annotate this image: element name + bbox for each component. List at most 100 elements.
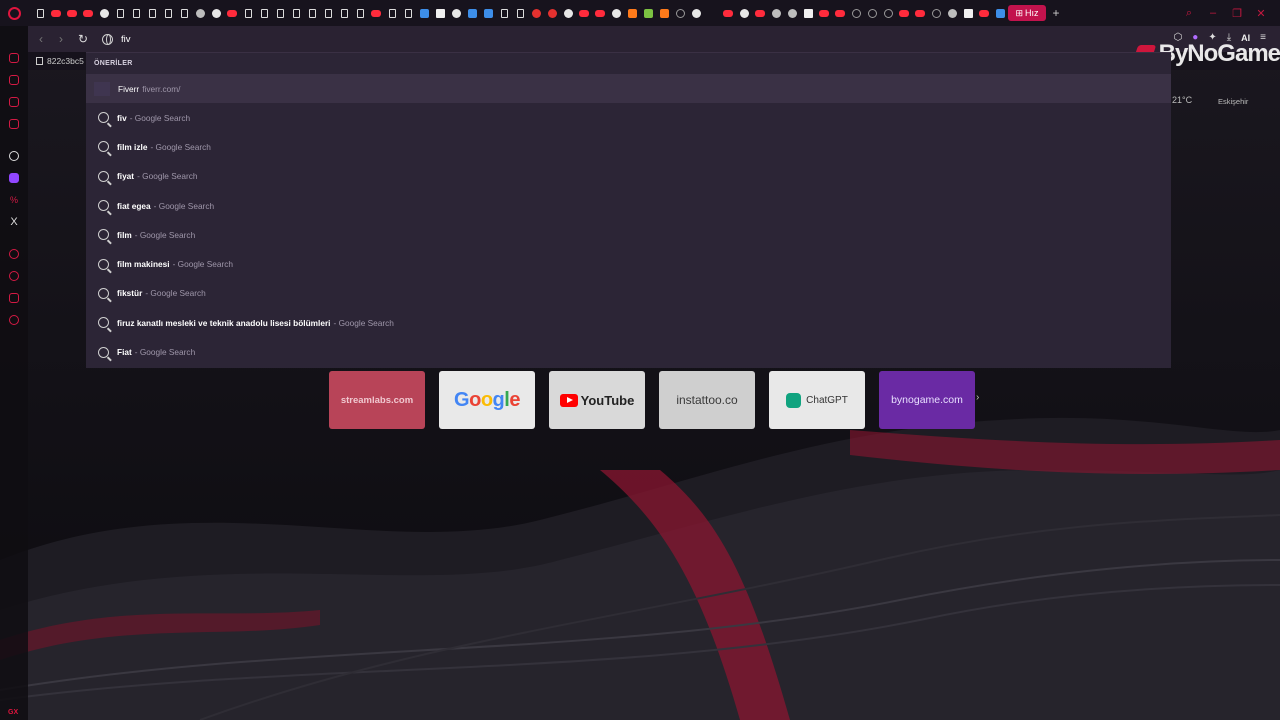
tab-icon[interactable]: [176, 5, 192, 21]
minimize-icon[interactable]: –: [1208, 7, 1218, 19]
tab-icon[interactable]: [832, 5, 848, 21]
tab-icon[interactable]: [560, 5, 576, 21]
tab-icon[interactable]: [496, 5, 512, 21]
bookmark-item[interactable]: 822c3bc5: [36, 56, 84, 66]
tab-icon[interactable]: [144, 5, 160, 21]
player-icon[interactable]: [8, 248, 20, 260]
tab-icon[interactable]: [592, 5, 608, 21]
tab-icon[interactable]: [512, 5, 528, 21]
tab-icon[interactable]: [384, 5, 400, 21]
tab-icon[interactable]: [848, 5, 864, 21]
tab-icon[interactable]: [352, 5, 368, 21]
tab-icon[interactable]: [32, 5, 48, 21]
settings-icon[interactable]: [8, 314, 20, 326]
tab-icon[interactable]: [160, 5, 176, 21]
tab-icon[interactable]: [320, 5, 336, 21]
address-input[interactable]: [121, 33, 1021, 45]
tab-icon[interactable]: [960, 5, 976, 21]
gx-corner-icon[interactable]: [8, 74, 20, 86]
suggestion-item[interactable]: fiv - Google Search: [86, 103, 1171, 132]
maximize-icon[interactable]: ❐: [1232, 7, 1242, 20]
tab-icon[interactable]: [576, 5, 592, 21]
suggestion-item[interactable]: Fiat - Google Search: [86, 337, 1171, 366]
instagram-icon[interactable]: [8, 118, 20, 130]
speed-dial-google[interactable]: Google: [439, 371, 535, 429]
tab-icon[interactable]: [192, 5, 208, 21]
tab-icon[interactable]: [624, 5, 640, 21]
suggestion-item[interactable]: film makinesi - Google Search: [86, 250, 1171, 279]
tab-icon[interactable]: [704, 5, 720, 21]
tab-icon[interactable]: [944, 5, 960, 21]
tab-icon[interactable]: [720, 5, 736, 21]
new-tab-button[interactable]: +: [1046, 5, 1066, 21]
tab-icon[interactable]: [96, 5, 112, 21]
tab-icon[interactable]: [256, 5, 272, 21]
tab-icon[interactable]: [736, 5, 752, 21]
tab-icon[interactable]: [208, 5, 224, 21]
speed-dial-bynogame[interactable]: bynogame.com: [879, 371, 975, 429]
speed-dial-youtube[interactable]: YouTube: [549, 371, 645, 429]
history-icon[interactable]: [8, 270, 20, 282]
suggestion-item[interactable]: film - Google Search: [86, 220, 1171, 249]
tab-icon[interactable]: [688, 5, 704, 21]
tab-icon[interactable]: [112, 5, 128, 21]
extensions-icon[interactable]: [8, 292, 20, 304]
suggestion-item[interactable]: fiat egea - Google Search: [86, 191, 1171, 220]
opera-gx-logo-icon[interactable]: [0, 0, 28, 26]
tab-icon[interactable]: [128, 5, 144, 21]
suggestion-item[interactable]: Fiverr fiverr.com/: [86, 74, 1171, 104]
tab-icon[interactable]: [544, 5, 560, 21]
tab-icon[interactable]: [400, 5, 416, 21]
tab-icon[interactable]: [672, 5, 688, 21]
tab-icon[interactable]: [64, 5, 80, 21]
tab-icon[interactable]: [784, 5, 800, 21]
tab-icon[interactable]: [304, 5, 320, 21]
forward-icon[interactable]: ›: [54, 32, 68, 46]
tab-active[interactable]: ⊞ Hız: [1008, 5, 1046, 21]
gx-control-icon[interactable]: [8, 52, 20, 64]
tab-icon[interactable]: [528, 5, 544, 21]
reload-icon[interactable]: ↻: [76, 32, 90, 46]
back-icon[interactable]: ‹: [34, 32, 48, 46]
suggestion-item[interactable]: fikstür - Google Search: [86, 279, 1171, 308]
tab-icon[interactable]: [752, 5, 768, 21]
search-tabs-icon[interactable]: ⌕: [1184, 7, 1194, 20]
chevron-right-icon[interactable]: ›: [976, 392, 979, 403]
tab-icon[interactable]: [448, 5, 464, 21]
speed-dial-instattoo[interactable]: instattoo.co: [659, 371, 755, 429]
tab-icon[interactable]: [336, 5, 352, 21]
tab-icon[interactable]: [976, 5, 992, 21]
tab-icon[interactable]: [608, 5, 624, 21]
tab-icon[interactable]: [48, 5, 64, 21]
suggestion-item[interactable]: fiyat - Google Search: [86, 162, 1171, 191]
tab-icon[interactable]: [640, 5, 656, 21]
chatgpt-icon[interactable]: [8, 150, 20, 162]
tab-icon[interactable]: [768, 5, 784, 21]
speed-dial-chatgpt[interactable]: ChatGPT: [769, 371, 865, 429]
tab-icon[interactable]: [416, 5, 432, 21]
tab-icon[interactable]: [240, 5, 256, 21]
tab-icon[interactable]: [864, 5, 880, 21]
tab-icon[interactable]: [928, 5, 944, 21]
percent-icon[interactable]: %: [8, 194, 20, 206]
tab-icon[interactable]: [272, 5, 288, 21]
twitch-icon[interactable]: [8, 172, 20, 184]
tab-icon[interactable]: [80, 5, 96, 21]
tab-icon[interactable]: [480, 5, 496, 21]
close-icon[interactable]: ✕: [1256, 7, 1266, 20]
suggestion-item[interactable]: film izle - Google Search: [86, 132, 1171, 161]
tab-icon[interactable]: [896, 5, 912, 21]
tab-icon[interactable]: [656, 5, 672, 21]
tab-icon[interactable]: [880, 5, 896, 21]
speed-dial-streamlabs[interactable]: streamlabs.com: [329, 371, 425, 429]
tab-icon[interactable]: [464, 5, 480, 21]
tab-icon[interactable]: [224, 5, 240, 21]
tab-icon[interactable]: [368, 5, 384, 21]
tab-icon[interactable]: [816, 5, 832, 21]
tab-icon[interactable]: [800, 5, 816, 21]
tab-icon[interactable]: [432, 5, 448, 21]
tab-icon[interactable]: [992, 5, 1008, 21]
tab-icon[interactable]: [288, 5, 304, 21]
suggestion-item[interactable]: firuz kanatlı mesleki ve teknik anadolu …: [86, 308, 1171, 337]
tab-icon[interactable]: [912, 5, 928, 21]
